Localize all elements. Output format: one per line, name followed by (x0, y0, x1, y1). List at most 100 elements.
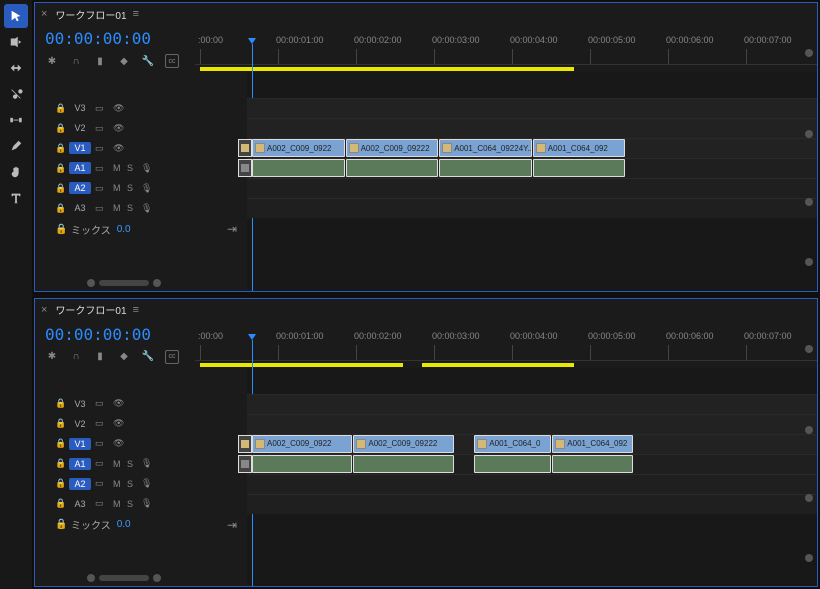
vscroll-handle[interactable] (805, 426, 813, 434)
video-clip[interactable]: A002_C009_09222 (346, 139, 439, 157)
work-area-bar[interactable] (422, 363, 574, 367)
mix-value[interactable]: 0.0 (117, 224, 131, 235)
mix-value[interactable]: 0.0 (117, 519, 131, 530)
video-clip[interactable]: A002_C009_09222 (353, 435, 453, 453)
lock-icon[interactable]: 🔒 (55, 498, 65, 509)
lock-icon[interactable]: 🔒 (55, 103, 65, 114)
mute-toggle[interactable]: M (113, 459, 123, 469)
voiceover-icon[interactable]: 🎙 (141, 458, 152, 469)
toggle-output-icon[interactable]: ▭ (95, 458, 109, 469)
toggle-output-icon[interactable]: ▭ (95, 163, 109, 174)
track-target[interactable]: A2 (69, 182, 91, 194)
video-track-row[interactable] (247, 414, 817, 434)
expand-icon[interactable]: ⇥ (227, 518, 237, 532)
mute-toggle[interactable]: M (113, 499, 123, 509)
lock-icon[interactable]: 🔒 (55, 478, 65, 489)
magnet-icon[interactable]: ∩ (69, 350, 83, 364)
track-target[interactable]: V3 (69, 398, 91, 410)
video-clip[interactable]: A001_C064_092 (533, 139, 626, 157)
zoom-in-handle[interactable] (153, 574, 161, 582)
lock-icon[interactable]: 🔒 (55, 438, 65, 449)
video-track-row[interactable] (247, 98, 817, 118)
panel-menu-icon[interactable]: ≡ (133, 304, 139, 316)
video-clip[interactable]: A001_C064_092 (552, 435, 633, 453)
audio-clip[interactable] (252, 159, 345, 177)
lock-icon[interactable]: 🔒 (55, 224, 65, 235)
mute-toggle[interactable]: M (113, 183, 123, 193)
tracks-area[interactable]: A002_C009_0922A002_C009_09222A001_C064_0… (247, 72, 817, 291)
expand-icon[interactable]: ⇥ (227, 222, 237, 236)
zoom-out-handle[interactable] (87, 574, 95, 582)
track-target[interactable]: V1 (69, 438, 91, 450)
slip-tool[interactable] (4, 108, 28, 132)
solo-toggle[interactable]: S (127, 459, 137, 469)
audio-track-header[interactable]: 🔒 A1 ▭ M S 🎙 (35, 454, 247, 474)
track-target[interactable]: A2 (69, 478, 91, 490)
video-track-header[interactable]: 🔒 V3 ▭ 👁 (35, 394, 247, 414)
audio-clip[interactable] (474, 455, 551, 473)
audio-track-row[interactable] (247, 178, 817, 198)
eye-icon[interactable]: 👁 (113, 123, 127, 134)
toggle-output-icon[interactable]: ▭ (95, 123, 109, 134)
razor-tool[interactable] (4, 82, 28, 106)
audio-track-header[interactable]: 🔒 A3 ▭ M S 🎙 (35, 494, 247, 514)
voiceover-icon[interactable]: 🎙 (141, 203, 152, 214)
audio-track-row[interactable] (247, 474, 817, 494)
toggle-output-icon[interactable]: ▭ (95, 418, 109, 429)
video-clip[interactable]: A001_C064_0 (474, 435, 551, 453)
solo-toggle[interactable]: S (127, 499, 137, 509)
audio-track-header[interactable]: 🔒 A1 ▭ M S 🎙 (35, 158, 247, 178)
snap-icon[interactable]: ✱ (45, 350, 59, 364)
horizontal-scrollbar[interactable] (87, 279, 797, 287)
lock-icon[interactable]: 🔒 (55, 183, 65, 194)
marker-icon[interactable]: ◆ (117, 350, 131, 364)
track-target[interactable]: A3 (69, 202, 91, 214)
type-tool[interactable] (4, 186, 28, 210)
playhead-timecode[interactable]: 00:00:00:00 (41, 323, 189, 348)
hand-tool[interactable] (4, 160, 28, 184)
toggle-output-icon[interactable]: ▭ (95, 183, 109, 194)
time-ruler[interactable]: :00:0000:00:01:0000:00:02:0000:00:03:000… (195, 321, 817, 368)
audio-track-row[interactable] (247, 198, 817, 218)
track-target[interactable]: V1 (69, 142, 91, 154)
scroll-thumb[interactable] (99, 280, 149, 286)
mix-track-header[interactable]: 🔒 ミックス 0.0 ⇥ (35, 514, 247, 536)
cc-icon[interactable]: cc (165, 350, 179, 364)
mix-track-header[interactable]: 🔒 ミックス 0.0 ⇥ (35, 218, 247, 240)
audio-clip[interactable] (439, 159, 532, 177)
track-target[interactable]: A3 (69, 498, 91, 510)
panel-menu-icon[interactable]: ≡ (133, 8, 139, 20)
vscroll-handle[interactable] (805, 130, 813, 138)
track-target[interactable]: A1 (69, 458, 91, 470)
audio-track-row[interactable] (247, 494, 817, 514)
toggle-output-icon[interactable]: ▭ (95, 103, 109, 114)
ripple-tool[interactable] (4, 56, 28, 80)
voiceover-icon[interactable]: 🎙 (141, 183, 152, 194)
video-track-row[interactable] (247, 394, 817, 414)
close-icon[interactable]: × (41, 8, 47, 20)
sequence-tab-title[interactable]: ワークフロー01 (55, 302, 126, 317)
work-area-bar[interactable] (200, 67, 574, 71)
audio-clip[interactable] (252, 455, 352, 473)
track-select-tool[interactable] (4, 30, 28, 54)
clip-fragment[interactable] (238, 139, 252, 157)
track-target[interactable]: A1 (69, 162, 91, 174)
linked-selection-icon[interactable]: ▮ (93, 350, 107, 364)
wrench-icon[interactable]: 🔧 (141, 350, 155, 364)
toggle-output-icon[interactable]: ▭ (95, 203, 109, 214)
track-target[interactable]: V3 (69, 102, 91, 114)
eye-icon[interactable]: 👁 (113, 398, 127, 409)
voiceover-icon[interactable]: 🎙 (141, 478, 152, 489)
snap-icon[interactable]: ✱ (45, 54, 59, 68)
toggle-output-icon[interactable]: ▭ (95, 143, 109, 154)
video-track-header[interactable]: 🔒 V1 ▭ 👁 (35, 434, 247, 454)
selection-tool[interactable] (4, 4, 28, 28)
close-icon[interactable]: × (41, 304, 47, 316)
audio-clip[interactable] (552, 455, 633, 473)
pen-tool[interactable] (4, 134, 28, 158)
track-target[interactable]: V2 (69, 418, 91, 430)
marker-icon[interactable]: ◆ (117, 54, 131, 68)
eye-icon[interactable]: 👁 (113, 103, 127, 114)
time-ruler[interactable]: :00:0000:00:01:0000:00:02:0000:00:03:000… (195, 25, 817, 72)
lock-icon[interactable]: 🔒 (55, 143, 65, 154)
